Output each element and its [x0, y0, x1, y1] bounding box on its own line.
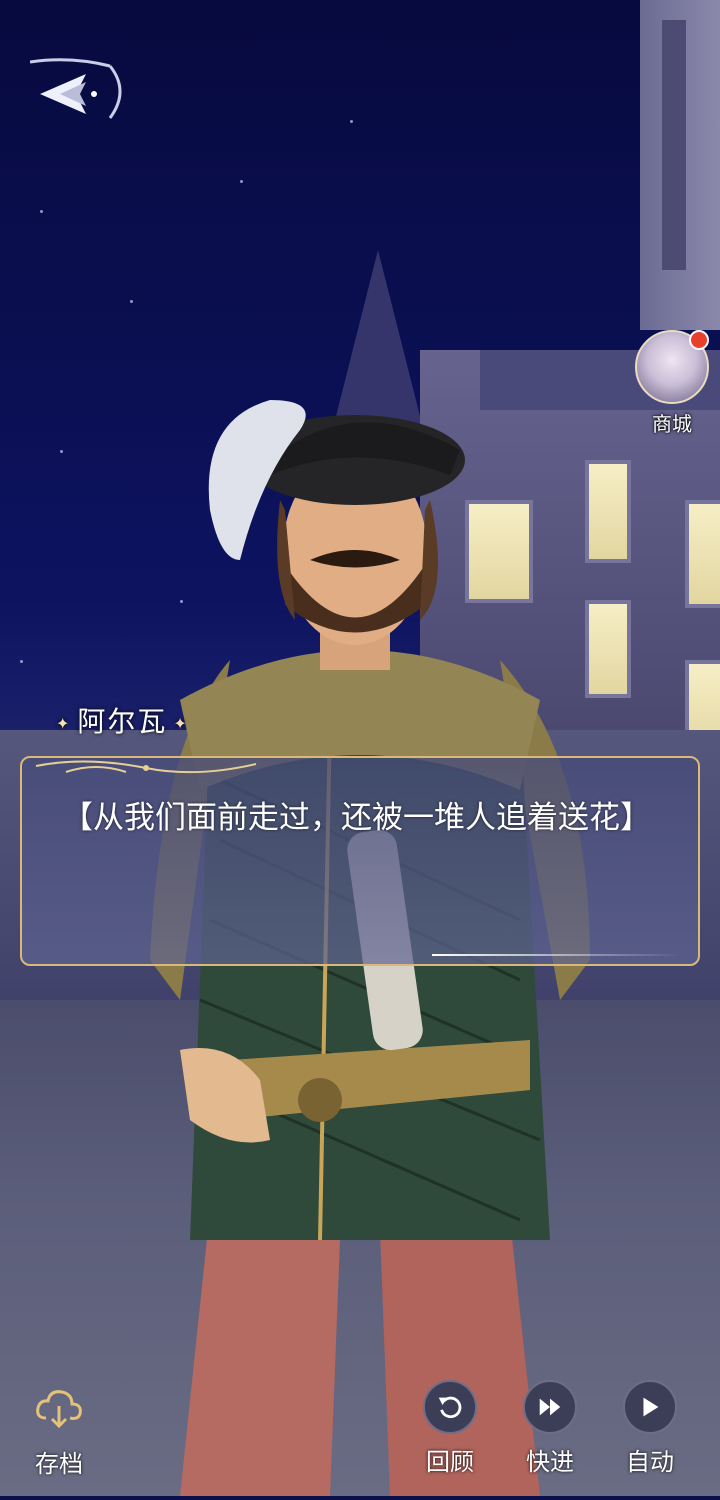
fast-forward-button[interactable]: 快进	[510, 1380, 590, 1477]
star	[240, 180, 243, 183]
shop-button[interactable]: 商城	[634, 330, 710, 437]
speaker-name: 阿尔瓦	[77, 705, 168, 738]
castle-tower	[640, 0, 720, 330]
replay-icon	[438, 1396, 462, 1419]
save-label: 存档	[35, 1450, 83, 1478]
ornament-flourish	[35, 760, 257, 774]
lit-window	[685, 500, 720, 608]
review-label: 回顾	[426, 1448, 474, 1476]
dialogue-text: 【从我们面前走过，还被一堆人追着送花】	[62, 800, 651, 836]
avatar	[635, 330, 709, 404]
sparkle-icon: ✦	[173, 713, 189, 733]
shop-label: 商城	[652, 412, 692, 436]
fast-forward-icon	[539, 1398, 561, 1416]
sparkle-icon: ✦	[56, 713, 72, 733]
star	[350, 120, 353, 123]
play-icon	[643, 1397, 659, 1417]
star	[40, 210, 43, 213]
dialogue-box[interactable]: 【从我们面前走过，还被一堆人追着送花】	[20, 756, 700, 966]
star	[20, 660, 23, 663]
star	[60, 450, 63, 453]
review-button[interactable]: 回顾	[410, 1380, 490, 1477]
back-arrow-icon	[29, 58, 122, 119]
speaker-name-tag: ✦ 阿尔瓦 ✦	[50, 700, 195, 740]
save-button[interactable]: 存档	[30, 1384, 88, 1479]
auto-play-button[interactable]: 自动	[610, 1380, 690, 1477]
auto-label: 自动	[626, 1448, 674, 1476]
back-button[interactable]	[29, 56, 130, 126]
cloud-save-icon	[36, 1390, 82, 1429]
divider-line	[432, 954, 682, 956]
fast-forward-label: 快进	[526, 1448, 574, 1476]
notification-dot	[689, 330, 709, 350]
star	[130, 300, 133, 303]
